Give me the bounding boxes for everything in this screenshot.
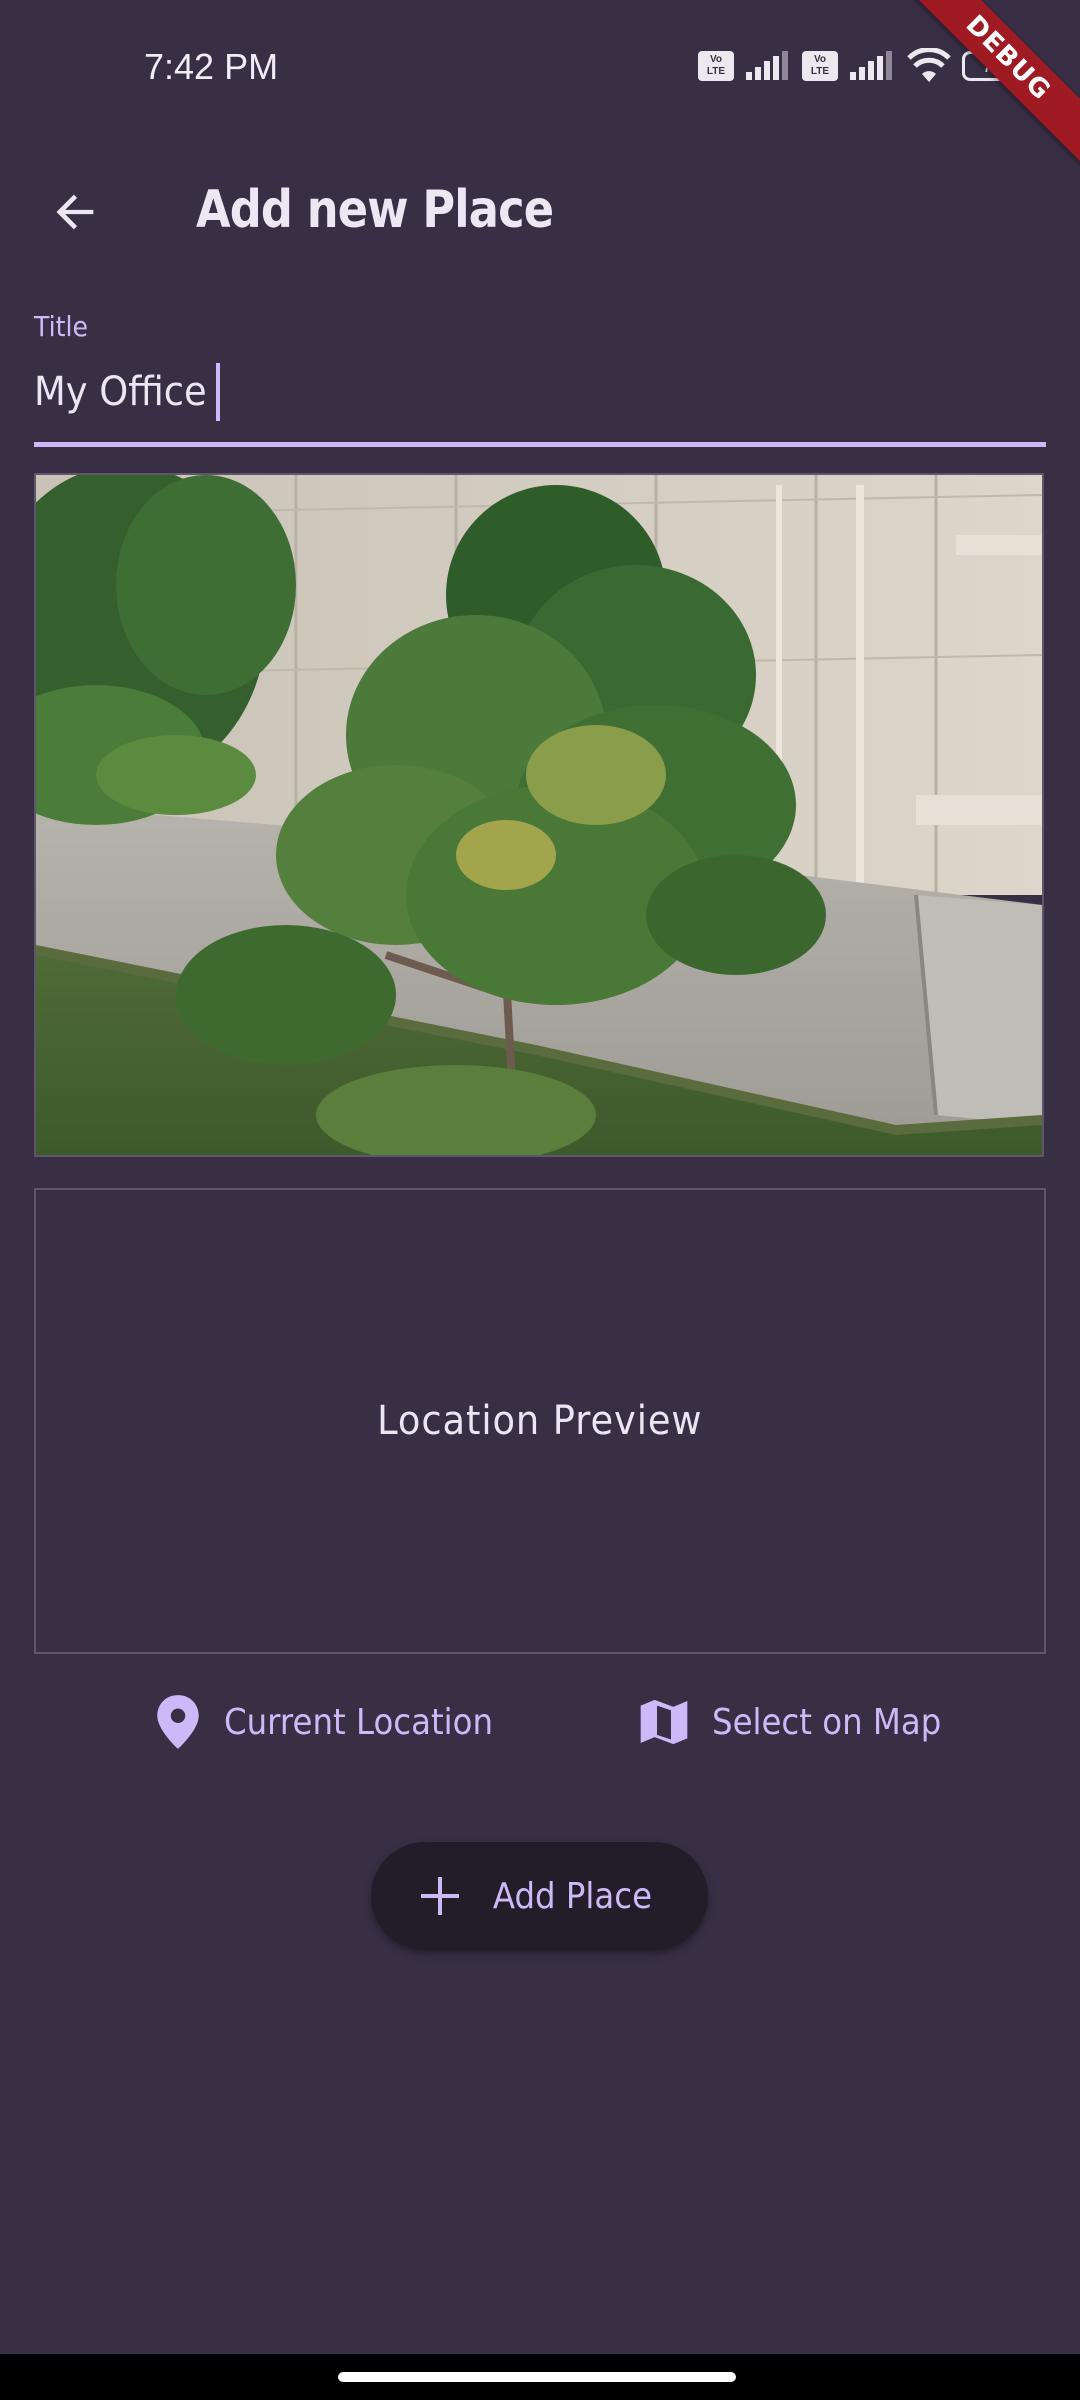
- status-bar: 7:42 PM Vo LTE Vo LTE: [0, 0, 1080, 140]
- volte-icon-2: Vo LTE: [802, 51, 838, 81]
- signal-icon: [746, 51, 788, 80]
- add-place-label: Add Place: [492, 1875, 653, 1917]
- current-location-label: Current Location: [224, 1701, 494, 1743]
- back-button[interactable]: [38, 174, 114, 250]
- system-nav-bar: [0, 2354, 1080, 2400]
- home-indicator[interactable]: [338, 2372, 736, 2382]
- plus-icon: [421, 1877, 460, 1915]
- page-title: Add new Place: [196, 180, 554, 240]
- status-time: 7:42 PM: [144, 46, 279, 87]
- title-input[interactable]: My Office: [34, 362, 220, 422]
- title-field-label: Title: [34, 310, 89, 343]
- title-field[interactable]: Title My Office: [34, 306, 1046, 448]
- arrow-back-icon: [56, 194, 94, 230]
- map-icon: [640, 1699, 688, 1745]
- text-cursor: [215, 363, 220, 421]
- app-bar: Add new Place: [0, 140, 1080, 280]
- image-preview[interactable]: [34, 473, 1044, 1157]
- title-input-value: My Office: [34, 369, 207, 415]
- photo-of-tree: [36, 475, 1042, 1155]
- select-on-map-label: Select on Map: [712, 1701, 942, 1743]
- location-preview-text: Location Preview: [377, 1398, 703, 1444]
- signal-icon-2: [850, 51, 892, 80]
- select-on-map-button[interactable]: Select on Map: [636, 1680, 967, 1764]
- add-place-screen: 7:42 PM Vo LTE Vo LTE DEBUG Add new Plac…: [0, 0, 1080, 2400]
- volte-icon: Vo LTE: [698, 51, 734, 81]
- wifi-icon: [907, 48, 951, 82]
- location-pin-icon: [157, 1695, 199, 1749]
- current-location-button[interactable]: Current Location: [152, 1680, 523, 1764]
- location-preview: Location Preview: [34, 1188, 1046, 1654]
- add-place-button[interactable]: Add Place: [371, 1842, 708, 1950]
- title-field-underline: [34, 442, 1046, 447]
